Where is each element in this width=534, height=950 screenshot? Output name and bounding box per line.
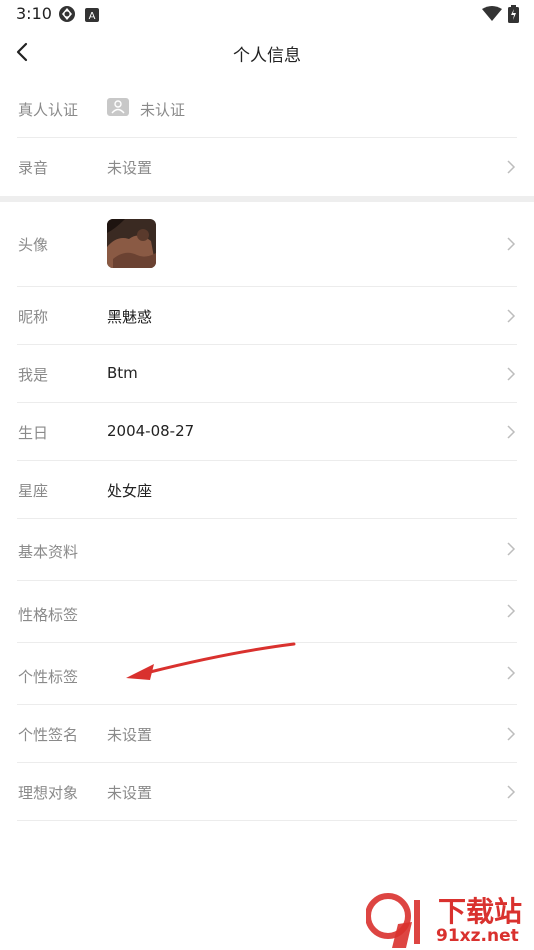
chevron-right-icon [505,308,517,324]
chevron-right-icon [505,784,517,800]
avatar[interactable] [107,219,156,268]
row-birthday[interactable]: 生日 2004-08-27 [17,403,517,461]
row-value: 未设置 [107,726,153,744]
row-nickname[interactable]: 昵称 黑魅惑 [17,287,517,345]
row-avatar[interactable]: 头像 [17,202,517,287]
status-time: 3:10 [16,4,52,23]
row-value: 黑魅惑 [107,308,153,326]
row-label: 我是 [18,366,49,384]
row-individual-tags[interactable]: 个性标签 [17,643,517,705]
row-i-am[interactable]: 我是 Btm [17,345,517,403]
row-label: 头像 [18,236,49,254]
row-value: Btm [107,364,138,382]
page-title: 个人信息 [233,46,301,66]
status-bar: 3:10 A [0,0,534,28]
chevron-right-icon [505,726,517,742]
svg-text:A: A [89,11,96,22]
row-value: 未设置 [107,159,153,177]
row-label: 星座 [18,482,49,500]
row-real-person-verify[interactable]: 真人认证 未认证 [17,80,517,138]
row-label: 理想对象 [18,784,79,802]
row-signature[interactable]: 个性签名 未设置 [17,705,517,763]
row-recording[interactable]: 录音 未设置 [17,138,517,196]
row-value: 处女座 [107,482,153,500]
a-badge-icon: A [85,7,99,26]
watermark-url: 91xz.net [436,926,519,946]
chevron-right-icon [505,541,517,557]
chevron-right-icon [505,366,517,382]
row-label: 个性标签 [18,668,79,686]
header: 个人信息 [0,28,534,80]
battery-icon [508,5,519,27]
watermark-text: 下载站 [438,895,523,928]
chevron-right-icon [505,603,517,619]
row-basic-info[interactable]: 基本资料 [17,519,517,581]
row-zodiac: 星座 处女座 [17,461,517,519]
row-label: 个性签名 [18,726,79,744]
person-verify-icon [107,98,129,116]
chevron-right-icon [505,159,517,175]
row-value: 未认证 [140,101,186,119]
wifi-icon [482,6,502,26]
row-label: 生日 [18,424,49,442]
row-value: 未设置 [107,784,153,802]
row-ideal-partner[interactable]: 理想对象 未设置 [17,763,517,821]
watermark-logo: 下载站 91xz.net [365,886,534,950]
row-label: 性格标签 [18,606,79,624]
row-label: 基本资料 [18,543,79,561]
chevron-right-icon [505,236,517,252]
row-personality-tags[interactable]: 性格标签 [17,581,517,643]
chevron-right-icon [505,424,517,440]
browser-icon [58,5,76,27]
row-label: 真人认证 [18,101,79,119]
row-value: 2004-08-27 [107,422,195,440]
row-label: 录音 [18,159,49,177]
row-label: 昵称 [18,308,49,326]
chevron-right-icon [505,665,517,681]
